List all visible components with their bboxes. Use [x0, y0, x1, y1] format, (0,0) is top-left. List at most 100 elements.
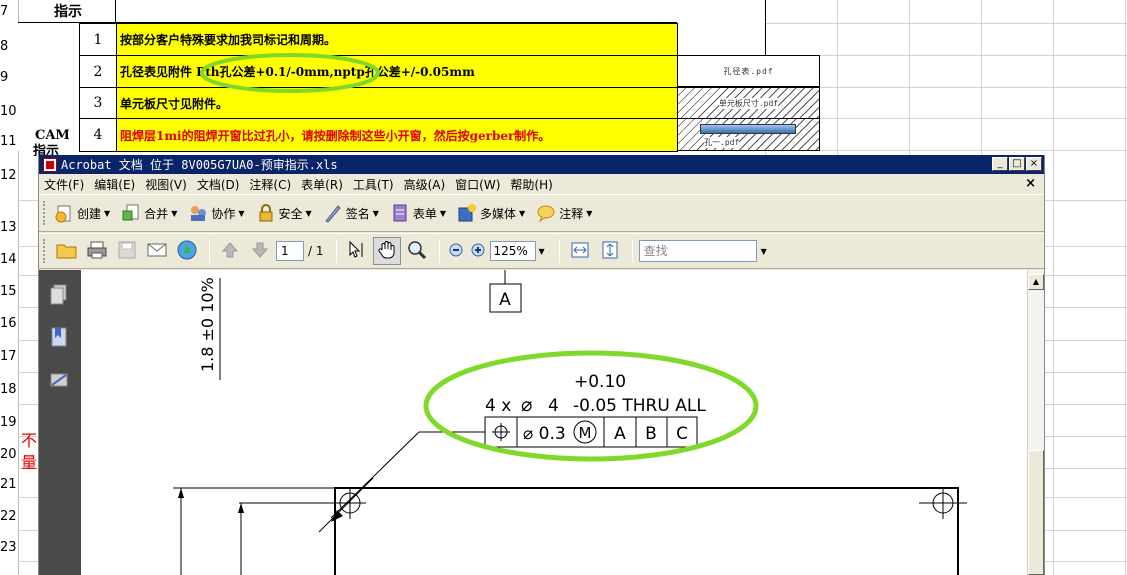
menu-comments[interactable]: 注释(C) [244, 176, 296, 193]
title-bar[interactable]: Acrobat 文档 位于 8V005G7UA0-预审指示.xls _ □ × [39, 155, 1044, 174]
row-header[interactable]: 7 [0, 0, 18, 23]
restore-button[interactable]: □ [1009, 157, 1025, 171]
close-button[interactable]: × [1026, 157, 1042, 171]
dropdown-arrow-icon: ▼ [439, 208, 447, 218]
menu-edit[interactable]: 编辑(E) [89, 176, 140, 193]
row-header[interactable]: 23 [0, 534, 18, 560]
row-header[interactable]: 11 [0, 128, 18, 154]
multimedia-icon [456, 202, 478, 224]
fit-page-button[interactable] [596, 237, 624, 265]
find-dropdown-icon[interactable]: ▼ [761, 247, 767, 256]
navigation-pane [39, 270, 81, 575]
minimize-button[interactable]: _ [992, 157, 1008, 171]
document-page[interactable]: A 1.8 ±0 10% +0.10 4 x ⌀ 4 -0.05 THRU AL… [81, 270, 1027, 575]
instructions-header[interactable]: 指示 [18, 0, 116, 23]
attachment-label: 单元板尺寸.pdf [718, 97, 779, 109]
text-cursor-icon [347, 240, 367, 263]
item-number[interactable]: 2 [79, 55, 117, 88]
forms-label: 表单 [412, 206, 437, 221]
row-header[interactable]: 19 [0, 409, 18, 435]
row-header[interactable]: 22 [0, 503, 18, 529]
menu-document[interactable]: 文档(D) [192, 176, 245, 193]
menu-tools[interactable]: 工具(T) [348, 176, 399, 193]
row-header[interactable]: 16 [0, 310, 18, 336]
pages-panel-icon[interactable] [49, 284, 69, 306]
row-header[interactable]: 15 [0, 278, 18, 304]
row-header[interactable]: 9 [0, 64, 18, 90]
scroll-up-icon[interactable]: ▲ [1028, 274, 1044, 290]
menu-forms[interactable]: 表单(R) [296, 176, 348, 193]
item-number[interactable]: 4 [79, 118, 117, 152]
item-number[interactable]: 3 [79, 87, 117, 119]
save-button[interactable] [113, 237, 141, 265]
row-header[interactable]: 14 [0, 246, 18, 272]
open-button[interactable] [53, 237, 81, 265]
toolbar-separator [335, 239, 337, 263]
hand-tool-button[interactable] [372, 237, 401, 265]
email-button[interactable] [143, 237, 171, 265]
print-button[interactable] [83, 237, 111, 265]
row-header[interactable]: 20 [0, 441, 18, 467]
navigation-toolbar: 1 / 1 125% ▼ 查找 ▼ [39, 233, 1044, 269]
attachment-object[interactable]: 单元板尺寸.pdf [677, 87, 820, 119]
item-number[interactable]: 1 [79, 23, 117, 56]
comment-button[interactable]: 注释 ▼ [535, 202, 592, 224]
zoom-dropdown-icon[interactable]: ▼ [539, 247, 545, 256]
item-text[interactable]: 阻焊层1mi的阻焊开窗比过孔小，请按删除制这些小开窗，然后按gerber制作。 [116, 118, 678, 152]
combine-button[interactable]: 合并 ▼ [120, 202, 177, 224]
forms-button[interactable]: 表单 ▼ [389, 202, 446, 224]
row-header[interactable]: 17 [0, 343, 18, 369]
bookmarks-panel-icon[interactable] [49, 326, 69, 348]
dropdown-arrow-icon: ▼ [519, 208, 526, 218]
zoom-out-button[interactable] [446, 237, 466, 265]
next-page-button[interactable] [246, 237, 274, 265]
row-header[interactable]: 13 [0, 214, 18, 240]
zoom-in-button[interactable] [468, 237, 488, 265]
document-close-icon[interactable]: × [1025, 176, 1036, 191]
collaborate-label: 协作 [211, 206, 236, 221]
toolbar-grip[interactable] [43, 239, 47, 263]
menu-advanced[interactable]: 高级(A) [399, 176, 451, 193]
acrobat-window[interactable]: Acrobat 文档 位于 8V005G7UA0-预审指示.xls _ □ × … [38, 155, 1045, 575]
fcf-modifier: M [579, 424, 592, 442]
arrow-down-icon [251, 241, 269, 262]
row-header[interactable]: 12 [0, 162, 18, 188]
select-tool-button[interactable] [343, 237, 371, 265]
row-header[interactable]: 18 [0, 376, 18, 402]
row-header[interactable]: 8 [0, 33, 18, 59]
toolbar-grip[interactable] [43, 201, 47, 225]
comment-icon [535, 202, 557, 224]
combine-icon [120, 202, 142, 224]
fit-width-icon [570, 240, 590, 263]
fit-width-button[interactable] [566, 237, 594, 265]
height-dimension-text: 1.8 ±0 10% [198, 277, 217, 372]
row-header[interactable]: 10 [0, 98, 18, 124]
header-blank-cell[interactable] [116, 0, 678, 23]
signatures-panel-icon[interactable] [49, 370, 69, 392]
security-button[interactable]: 安全 ▼ [255, 202, 312, 224]
collaborate-button[interactable]: 协作 ▼ [187, 202, 245, 224]
create-button[interactable]: 创建 ▼ [53, 202, 110, 224]
sign-button[interactable]: 签名 ▼ [322, 202, 379, 224]
zoom-tool-button[interactable] [403, 237, 431, 265]
web-button[interactable] [173, 237, 201, 265]
attachment-object[interactable]: 孔径表.pdf [677, 55, 820, 87]
mounting-hole [919, 487, 967, 519]
menu-file[interactable]: 文件(F) [39, 176, 89, 193]
multimedia-button[interactable]: 多媒体 ▼ [456, 202, 525, 224]
menu-window[interactable]: 窗口(W) [450, 176, 505, 193]
page-number-input[interactable]: 1 [276, 241, 304, 261]
find-input[interactable]: 查找 [638, 240, 757, 262]
attachment-object[interactable]: 孔一.pdf [677, 118, 820, 151]
arrow-up-icon [221, 241, 239, 262]
menu-help[interactable]: 帮助(H) [505, 176, 557, 193]
attachment-label: 孔径表.pdf [723, 66, 774, 76]
zoom-level-input[interactable]: 125% [489, 241, 536, 261]
scroll-thumb[interactable] [1028, 450, 1044, 575]
previous-page-button[interactable] [216, 237, 244, 265]
vertical-scrollbar[interactable]: ▲ [1027, 270, 1044, 575]
row-header[interactable]: 21 [0, 471, 18, 497]
attachment-column-top[interactable] [677, 0, 766, 55]
fcf-tolerance: ⌀ 0.3 [523, 424, 566, 444]
menu-view[interactable]: 视图(V) [140, 176, 192, 193]
